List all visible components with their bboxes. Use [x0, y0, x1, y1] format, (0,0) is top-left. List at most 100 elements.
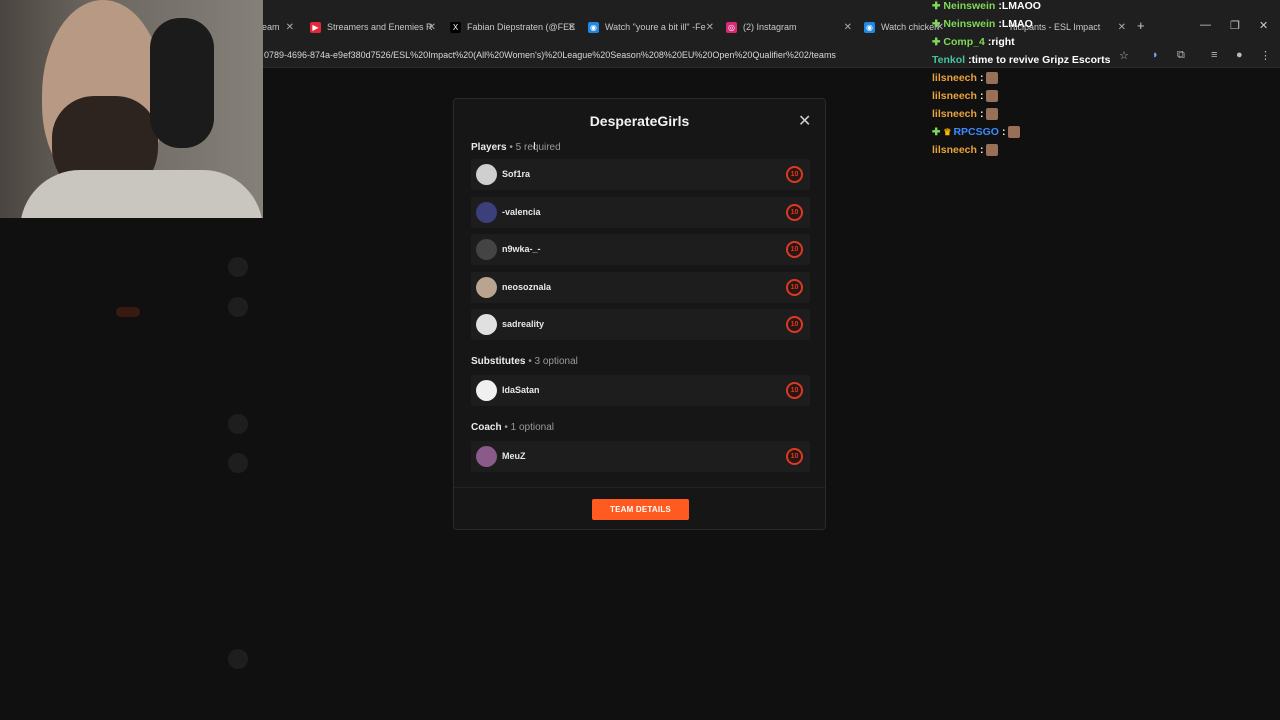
tab-close-icon[interactable]: ✕: [568, 22, 576, 33]
skill-level-badge: 10: [786, 166, 803, 183]
player-avatar: [476, 276, 497, 298]
browser-tab[interactable]: ▶ Streamers and Enemies R ✕: [310, 14, 436, 40]
chat-text: time to revive Gripz Escorts: [971, 54, 1111, 66]
close-window-icon[interactable]: ✕: [1259, 19, 1268, 32]
chat-text: LMAO: [1001, 18, 1033, 30]
chat-username[interactable]: RPCSGO: [953, 126, 999, 138]
substitutes-section-header: Substitutes • 3 optional: [471, 356, 578, 367]
roster-row[interactable]: sadreality 10: [471, 309, 810, 340]
chat-text: right: [991, 36, 1015, 48]
chat-emote-icon: [986, 144, 999, 156]
coach-section-header: Coach • 1 optional: [471, 422, 554, 433]
chat-username[interactable]: Comp_4: [943, 36, 984, 48]
tab-label: Streamers and Enemies R: [327, 22, 433, 32]
player-avatar: [476, 380, 497, 401]
player-avatar: [476, 314, 497, 335]
chat-message: Tenkol : time to revive Gripz Escorts: [932, 52, 1110, 68]
extensions-icon[interactable]: ⧉: [1177, 49, 1185, 62]
skill-level-badge: 10: [786, 448, 803, 465]
player-name[interactable]: Sof1ra: [502, 169, 530, 179]
tab-label: (2) Instagram: [743, 22, 797, 32]
close-icon[interactable]: ✕: [798, 111, 811, 131]
media-controls-icon[interactable]: ≡: [1211, 49, 1217, 61]
player-name[interactable]: IdaSatan: [502, 385, 540, 395]
headset-icon: [150, 18, 214, 148]
roster-row[interactable]: IdaSatan 10: [471, 375, 810, 406]
player-avatar: [476, 201, 497, 223]
chat-username[interactable]: lilsneech: [932, 108, 977, 120]
team-roster-modal: DesperateGirls ✕ Players • 5 required So…: [453, 98, 826, 530]
dim-team-avatar: [228, 257, 248, 277]
menu-dots-icon[interactable]: ⋮: [1260, 49, 1271, 62]
browser-tab[interactable]: ◉ Watch "youre a bit ill" -Fe ✕: [588, 14, 714, 40]
chat-emote-icon: [986, 90, 999, 102]
chat-username[interactable]: lilsneech: [932, 90, 977, 102]
text-cursor-icon: I: [533, 141, 536, 152]
roster-row[interactable]: neosoznala 10: [471, 271, 810, 303]
player-name[interactable]: sadreality: [502, 319, 544, 329]
restore-icon[interactable]: ❐: [1230, 19, 1240, 32]
dim-team-avatar: [228, 297, 248, 317]
player-avatar: [476, 446, 497, 467]
skill-level-badge: 10: [786, 241, 803, 258]
team-details-button[interactable]: TEAM DETAILS: [592, 499, 689, 520]
player-avatar: [476, 164, 497, 185]
tab-close-icon[interactable]: ✕: [844, 22, 852, 33]
roster-row[interactable]: n9wka-_- 10: [471, 234, 810, 265]
chat-separator: :: [979, 90, 984, 102]
chat-message: lilsneech :: [932, 70, 999, 86]
tab-close-icon[interactable]: ✕: [1118, 22, 1126, 33]
sub-badge-icon: ✚: [932, 0, 941, 12]
chat-emote-icon: [1008, 126, 1021, 138]
dim-live-badge: [116, 307, 140, 317]
chat-username[interactable]: Neinswein: [943, 18, 995, 30]
dim-team-avatar: [228, 649, 248, 669]
chat-username[interactable]: Neinswein: [943, 0, 995, 12]
tab-favicon-icon: ◎: [726, 21, 737, 33]
chat-username[interactable]: lilsneech: [932, 72, 977, 84]
sub-badge-icon: ✚: [932, 36, 941, 48]
sub-badge-icon: ✚: [932, 18, 941, 30]
bookmark-star-icon[interactable]: ☆: [1119, 49, 1129, 62]
browser-tab[interactable]: X Fabian Diepstraten (@FEE ✕: [450, 14, 576, 40]
chat-username[interactable]: lilsneech: [932, 144, 977, 156]
stream-chat-overlay: ✚ Neinswein : LMAOO ✚ Neinswein : LMAO ✚ Comp…: [926, 0, 1110, 160]
tab-label: Fabian Diepstraten (@FEE: [467, 22, 576, 32]
minimize-icon[interactable]: —: [1200, 19, 1211, 31]
streamer-shirt: [20, 170, 263, 218]
chat-message: lilsneech :: [932, 142, 999, 158]
player-name[interactable]: -valencia: [502, 207, 541, 217]
player-name[interactable]: n9wka-_-: [502, 244, 541, 254]
browser-tab[interactable]: eam ✕: [262, 14, 294, 40]
chat-username[interactable]: Tenkol: [932, 54, 965, 66]
modal-divider: [454, 487, 825, 488]
roster-row[interactable]: MeuZ 10: [471, 441, 810, 472]
skill-level-badge: 10: [786, 278, 803, 296]
read-aloud-icon[interactable]: ◗: [1152, 49, 1159, 61]
roster-row[interactable]: -valencia 10: [471, 196, 810, 228]
chat-separator: :: [979, 108, 984, 120]
chat-message: lilsneech :: [932, 106, 999, 122]
player-name[interactable]: neosoznala: [502, 282, 551, 292]
tab-close-icon[interactable]: ✕: [286, 22, 294, 33]
chat-message: ✚ Neinswein : LMAO: [932, 16, 1033, 32]
tab-favicon-icon: X: [450, 21, 461, 33]
tab-close-icon[interactable]: ✕: [428, 22, 436, 33]
tab-label: eam: [262, 22, 280, 32]
browser-tab[interactable]: ◎ (2) Instagram ✕: [726, 14, 852, 40]
chat-emote-icon: [986, 108, 999, 120]
skill-level-badge: 10: [786, 203, 803, 221]
chat-emote-icon: [986, 72, 999, 84]
tab-close-icon[interactable]: ✕: [706, 22, 714, 33]
profile-avatar-icon[interactable]: ●: [1236, 49, 1243, 61]
url-field[interactable]: 0789-4696-874a-e9ef380d7526/ESL%20Impact…: [264, 50, 836, 60]
player-name[interactable]: MeuZ: [502, 451, 526, 461]
roster-row[interactable]: Sof1ra 10: [471, 159, 810, 190]
chat-message: ✚ Comp_4 : right: [932, 34, 1015, 50]
sub-badge-icon: ✚: [932, 126, 941, 138]
chat-separator: :: [1001, 126, 1006, 138]
players-section-header: Players • 5 required: [471, 142, 561, 153]
new-tab-icon[interactable]: +: [1137, 18, 1145, 33]
chat-message: lilsneech :: [932, 88, 999, 104]
screen: eam ✕ ▶ Streamers and Enemies R ✕ X Fabian Die…: [0, 0, 1280, 720]
